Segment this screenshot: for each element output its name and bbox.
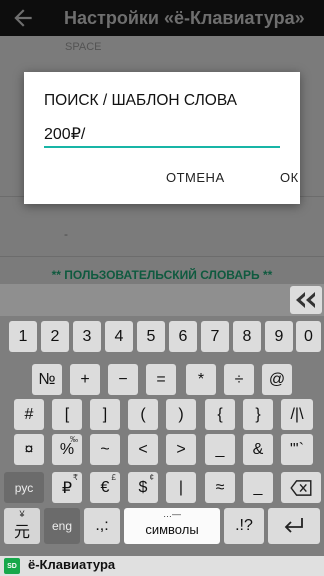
key-end-punctuation[interactable]: .!?: [224, 508, 264, 544]
key-rupee-alt: ₹: [72, 473, 78, 482]
key-pound-alt: £: [111, 473, 116, 482]
key-numero[interactable]: №: [32, 364, 62, 395]
key-4[interactable]: 4: [105, 321, 133, 352]
key-plus[interactable]: +: [70, 364, 100, 395]
key-hash[interactable]: #: [14, 399, 44, 430]
key-percent[interactable]: ¤ % ‰: [52, 434, 82, 465]
keyboard-brand-bar: SD ё-Клавиатура: [0, 556, 324, 576]
key-euro-main: €: [100, 478, 110, 496]
key-paren-left[interactable]: (: [128, 399, 158, 430]
key-tilde[interactable]: ~: [90, 434, 120, 465]
setting-value: -: [64, 227, 68, 241]
key-slashes[interactable]: /|\: [281, 399, 313, 430]
key-less-than[interactable]: <: [128, 434, 158, 465]
double-chevron-left-icon: [296, 292, 315, 308]
key-divide[interactable]: ÷: [224, 364, 254, 395]
key-greater-than[interactable]: >: [166, 434, 196, 465]
key-bracket-right[interactable]: ]: [90, 399, 120, 430]
key-pipe[interactable]: |: [166, 472, 196, 503]
key-yuan[interactable]: 元 ¥: [4, 508, 40, 544]
key-quotes[interactable]: "'`: [281, 434, 313, 465]
key-minus[interactable]: −: [108, 364, 138, 395]
key-bracket-left[interactable]: [: [52, 399, 82, 430]
divider: [0, 256, 324, 257]
key-7[interactable]: 7: [201, 321, 229, 352]
key-3[interactable]: 3: [73, 321, 101, 352]
dialog-title: ПОИСК / ШАБЛОН СЛОВА: [44, 92, 237, 109]
key-punctuation[interactable]: .,:: [84, 508, 120, 544]
page-title: Настройки «ё-Клавиатура»: [64, 8, 305, 28]
key-lang-rus[interactable]: рус: [4, 472, 44, 503]
key-2[interactable]: 2: [41, 321, 69, 352]
key-currency-sign[interactable]: ¤: [14, 434, 44, 465]
key-yen-alt: ¥: [19, 509, 25, 519]
back-arrow-icon[interactable]: [10, 5, 36, 31]
app-name: ё-Клавиатура: [28, 557, 116, 572]
collapse-keyboard-button[interactable]: [290, 286, 322, 314]
key-ruble[interactable]: ₽ ₹: [52, 472, 82, 503]
keyboard: 1 2 3 4 5 6 7 8 9 0 № + − = * ÷ @ # [ ] …: [0, 284, 324, 556]
key-9[interactable]: 9: [265, 321, 293, 352]
key-asterisk[interactable]: *: [186, 364, 216, 395]
key-permille-alt: ‰: [70, 435, 78, 444]
key-brace-right[interactable]: }: [243, 399, 273, 430]
key-at[interactable]: @: [262, 364, 292, 395]
space-key-label: символы: [145, 521, 199, 537]
key-equals[interactable]: =: [146, 364, 176, 395]
search-pattern-input[interactable]: [44, 122, 280, 148]
space-setting-label: SPACE: [65, 41, 102, 53]
search-dialog: ПОИСК / ШАБЛОН СЛОВА ОТМЕНА ОК: [24, 72, 300, 204]
user-dictionary-header[interactable]: ** ПОЛЬЗОВАТЕЛЬСКИЙ СЛОВАРЬ **: [0, 268, 324, 282]
key-approx[interactable]: ≈: [205, 472, 235, 503]
key-dollar[interactable]: $ ¢: [128, 472, 158, 503]
backspace-icon: [290, 479, 312, 496]
app-bar: Настройки «ё-Клавиатура»: [0, 0, 324, 36]
key-1[interactable]: 1: [9, 321, 37, 352]
key-yuan-main: 元: [13, 524, 30, 541]
key-underscore[interactable]: _: [205, 434, 235, 465]
backspace-key[interactable]: [281, 472, 321, 503]
key-cent-alt: ¢: [149, 473, 154, 482]
enter-key[interactable]: [268, 508, 320, 544]
key-euro[interactable]: € £: [90, 472, 120, 503]
key-low-line[interactable]: _: [243, 472, 273, 503]
space-key-symbols[interactable]: …— символы: [124, 508, 220, 544]
key-lang-eng[interactable]: eng: [44, 508, 80, 544]
key-brace-left[interactable]: {: [205, 399, 235, 430]
key-paren-right[interactable]: ): [166, 399, 196, 430]
cancel-button[interactable]: ОТМЕНА: [166, 170, 225, 185]
key-ampersand[interactable]: &: [243, 434, 273, 465]
key-dollar-main: $: [138, 478, 148, 496]
key-0[interactable]: 0: [296, 321, 321, 352]
enter-icon: [284, 518, 303, 533]
app-icon: SD: [4, 558, 20, 574]
key-5[interactable]: 5: [137, 321, 165, 352]
keyboard-top-bar: [0, 284, 324, 316]
space-key-alt: …—: [163, 509, 181, 519]
key-ruble-main: ₽: [61, 479, 73, 497]
key-6[interactable]: 6: [169, 321, 197, 352]
ok-button[interactable]: ОК: [280, 170, 299, 185]
key-8[interactable]: 8: [233, 321, 261, 352]
